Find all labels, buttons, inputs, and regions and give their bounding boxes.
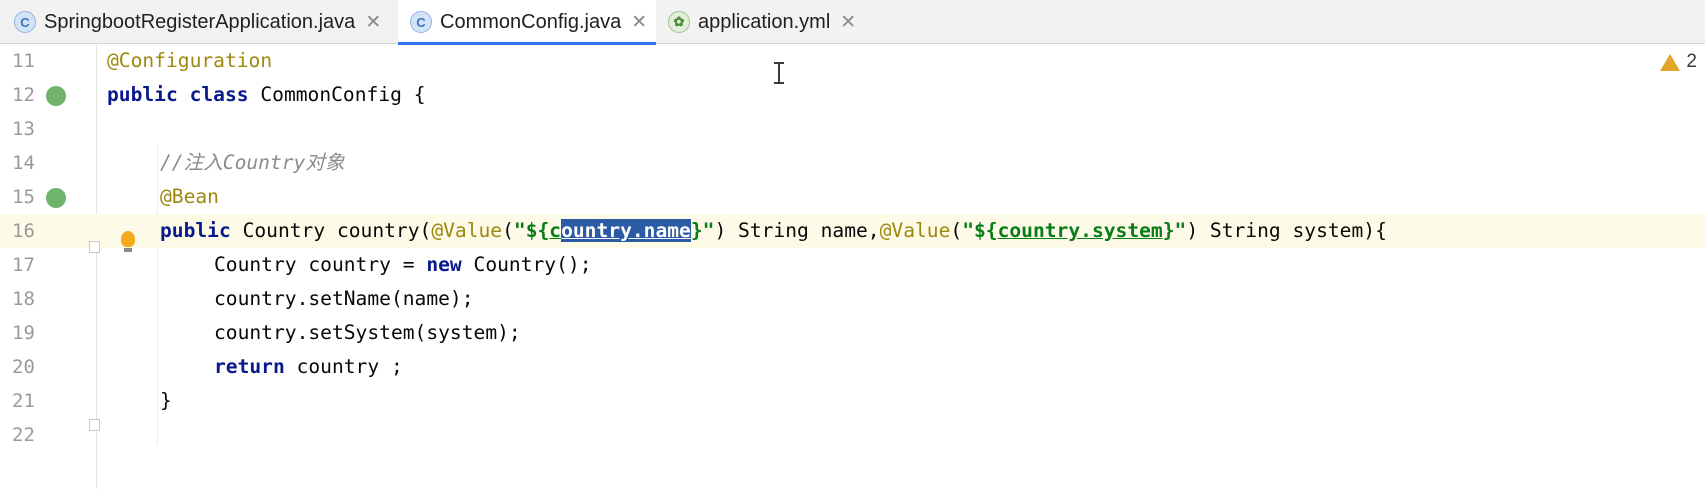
fold-marker-icon[interactable] [89, 419, 100, 431]
comment-token: //注入Country对象 [160, 151, 345, 174]
line-code: } [160, 384, 172, 418]
code-token: Country country = [214, 253, 427, 276]
code-line[interactable]: 19 country.setSystem(system); [0, 316, 1705, 350]
annotation-token: @Value [879, 219, 951, 242]
line-code: country.setSystem(system); [214, 316, 521, 350]
fold-marker-icon[interactable] [89, 241, 100, 253]
string-token: "${ [513, 219, 550, 242]
close-icon[interactable]: ✕ [840, 11, 856, 34]
keyword-token: public [160, 219, 231, 242]
code-token: country.setSystem(system); [214, 321, 521, 344]
code-line[interactable]: 14 //注入Country对象 [0, 146, 1705, 180]
tab-common-config[interactable]: C CommonConfig.java ✕ [398, 0, 656, 45]
line-code: //注入Country对象 [160, 146, 345, 180]
line-number: 12 [12, 84, 35, 106]
spring-bean-navigate-icon[interactable] [46, 188, 66, 208]
line-number: 11 [12, 50, 35, 72]
yaml-spring-icon: ✿ [668, 11, 690, 33]
keyword-token: class [189, 83, 249, 106]
spring-boot-class-icon: C [14, 11, 36, 33]
code-token: ( [950, 219, 963, 242]
line-code: public class CommonConfig { [107, 78, 426, 112]
annotation-token: @Configuration [107, 49, 273, 72]
line-number: 22 [12, 424, 35, 446]
warning-icon [1660, 53, 1681, 71]
tab-label: CommonConfig.java [440, 10, 622, 33]
line-number: 21 [12, 390, 35, 412]
code-line[interactable]: 15 @Bean [0, 180, 1705, 214]
line-number: 13 [12, 118, 35, 140]
line-number: 20 [12, 356, 35, 378]
code-line[interactable]: 18 country.setName(name); [0, 282, 1705, 316]
code-line[interactable]: 17 Country country = new Country(); [0, 248, 1705, 282]
code-token: ) String system){ [1186, 219, 1387, 242]
spring-bean-config-icon[interactable] [46, 86, 66, 106]
warnings-indicator[interactable]: 2 [1660, 51, 1697, 73]
string-token: }" [1162, 219, 1187, 242]
keyword-token: return [214, 355, 285, 378]
warning-count: 2 [1686, 51, 1697, 72]
line-number: 19 [12, 322, 35, 344]
intention-bulb-base [124, 248, 132, 252]
code-token: ( [502, 219, 514, 242]
code-token: CommonConfig { [248, 83, 426, 106]
line-number: 18 [12, 288, 35, 310]
code-line[interactable]: 22 [0, 418, 1705, 452]
selected-text[interactable]: ountry.name [561, 219, 691, 242]
code-token: country.setName(name); [214, 287, 474, 310]
code-line[interactable]: 11 @Configuration [0, 44, 1705, 78]
code-token: country ; [284, 355, 403, 378]
code-token: Country country( [230, 219, 432, 242]
tab-label: application.yml [698, 10, 831, 33]
code-line[interactable]: 20 return country ; [0, 350, 1705, 384]
line-code: country.setName(name); [214, 282, 474, 316]
code-token: } [160, 389, 172, 412]
annotation-token: @Bean [160, 185, 219, 208]
code-line[interactable]: 13 [0, 112, 1705, 146]
line-code: public Country country(@Value("${country… [160, 214, 1387, 248]
class-icon: C [410, 11, 432, 33]
code-line[interactable]: 21 } [0, 384, 1705, 418]
line-number: 16 [12, 220, 35, 242]
tab-springboot-register-application[interactable]: C SpringbootRegisterApplication.java ✕ [14, 0, 396, 44]
property-key-token[interactable]: country.system [998, 219, 1163, 242]
close-icon[interactable]: ✕ [631, 11, 647, 34]
line-code: @Bean [160, 180, 219, 214]
annotation-token: @Value [431, 219, 503, 242]
code-line-current[interactable]: 16 public Country country(@Value("${coun… [0, 214, 1705, 248]
text-cursor-icon [774, 62, 784, 84]
intention-bulb-icon[interactable] [121, 231, 135, 247]
tab-application-yml[interactable]: ✿ application.yml ✕ [668, 0, 868, 44]
editor-tab-bar: C SpringbootRegisterApplication.java ✕ C… [0, 0, 1705, 45]
string-token: "${ [962, 219, 998, 242]
line-code: @Configuration [107, 44, 272, 78]
keyword-token: public [107, 83, 178, 106]
close-icon[interactable]: ✕ [365, 11, 381, 34]
line-number: 17 [12, 254, 35, 276]
line-number: 15 [12, 186, 35, 208]
code-token: ) String name, [714, 219, 880, 242]
keyword-token: new [426, 253, 462, 276]
code-line[interactable]: 12 public class CommonConfig { [0, 78, 1705, 112]
tab-label: SpringbootRegisterApplication.java [44, 10, 356, 33]
line-code: Country country = new Country(); [214, 248, 592, 282]
line-code: return country ; [214, 350, 403, 384]
line-number: 14 [12, 152, 35, 174]
property-key-token: c [549, 219, 562, 242]
code-token: Country(); [461, 253, 592, 276]
string-token: }" [690, 219, 715, 242]
